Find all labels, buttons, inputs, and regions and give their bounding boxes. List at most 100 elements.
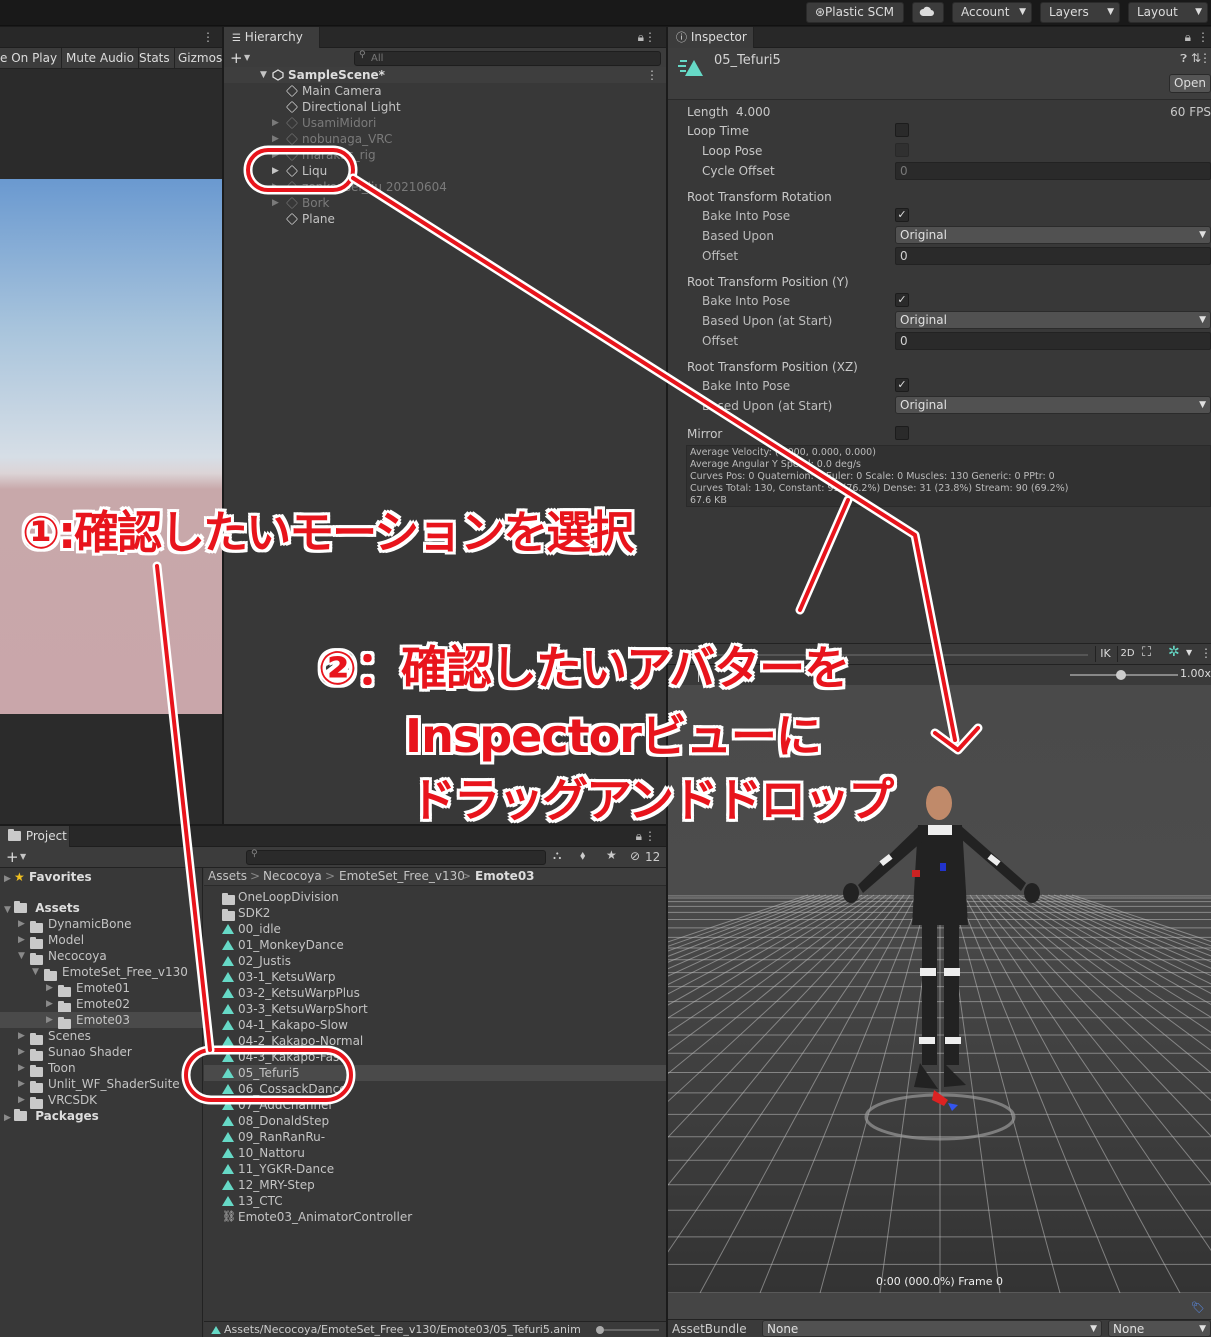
hierarchy-item[interactable]: ▶ Bork (224, 195, 666, 211)
loop-pose-checkbox[interactable] (895, 143, 909, 157)
chevron-down-icon[interactable]: ▼ (32, 964, 42, 980)
file-list-item[interactable]: OneLoopDivision (204, 889, 666, 905)
chevron-right-icon[interactable]: ▶ (18, 932, 28, 948)
position-xz-bake-checkbox[interactable]: ✓ (895, 378, 909, 392)
chevron-right-icon[interactable]: ▶ (18, 1044, 28, 1060)
file-list-item[interactable]: 07_AddChannel (204, 1097, 666, 1113)
assets-row[interactable]: ▼ Assets (4, 900, 203, 916)
rotation-bake-checkbox[interactable]: ✓ (895, 208, 909, 222)
folder-tree-item[interactable]: ▶ DynamicBone (0, 916, 203, 933)
hierarchy-item[interactable]: ▶ marakas_rig (224, 147, 666, 163)
folder-tree-item[interactable]: ▶ VRCSDK (0, 1092, 203, 1109)
cloud-button[interactable] (912, 2, 944, 23)
chevron-down-icon[interactable]: ▼ (18, 948, 28, 964)
chevron-right-icon[interactable]: ▶ (18, 1028, 28, 1044)
file-list-item[interactable]: 13_CTC (204, 1193, 666, 1209)
label-tag-icon[interactable]: 🏷︎ (1191, 1301, 1205, 1314)
create-asset-button[interactable]: + (6, 847, 19, 867)
file-list-item[interactable]: 04-3_Kakapo-Fast (204, 1049, 666, 1065)
tab-hierarchy[interactable]: ☰ Hierarchy (224, 27, 320, 48)
tab-project[interactable]: Project (0, 826, 70, 847)
position-y-based-upon-dropdown[interactable]: Original ▼ (895, 311, 1211, 329)
folder-tree-item[interactable]: ▶ Scenes (0, 1028, 203, 1045)
file-list-item[interactable]: 04-2_Kakapo-Normal (204, 1033, 666, 1049)
file-list-item[interactable]: SDK2 (204, 905, 666, 921)
avatar-icon[interactable]: ✲ (1168, 644, 1180, 660)
gizmos-toggle[interactable]: Gizmos (174, 48, 226, 68)
stats-toggle[interactable]: Stats (135, 48, 175, 68)
folder-tree-item[interactable]: ▶ Unlit_WF_ShaderSuite (0, 1076, 203, 1093)
help-icon[interactable]: ❓︎ (1180, 52, 1187, 66)
game-view-canvas[interactable] (0, 179, 222, 714)
chevron-right-icon[interactable]: ▶ (46, 996, 56, 1012)
position-y-offset-field[interactable]: 0 (895, 332, 1211, 350)
file-list-item[interactable]: 00_idle (204, 921, 666, 937)
file-list-item[interactable]: 01_MonkeyDance (204, 937, 666, 953)
more-options-icon[interactable]: ⋮ (644, 27, 656, 48)
pivot-icon[interactable]: ⛶ (1142, 645, 1151, 660)
more-options-icon[interactable]: ⋮ (1200, 646, 1211, 660)
layers-dropdown[interactable]: Layers ▼ (1040, 2, 1120, 23)
cycle-offset-field[interactable]: 0 (895, 162, 1211, 180)
scene-header-row[interactable]: ▼ SampleScene* ⋮ (224, 67, 666, 83)
maximize-on-play-toggle[interactable]: e On Play (0, 48, 63, 68)
breadcrumb-necocoya[interactable]: Necocoya (263, 868, 322, 885)
folder-tree-item[interactable]: ▶ Sunao Shader (0, 1044, 203, 1061)
more-options-icon[interactable]: ⋮ (646, 67, 658, 83)
ik-toggle[interactable]: IK (1095, 646, 1115, 662)
assetbundle-name-dropdown[interactable]: None ▼ (762, 1320, 1102, 1337)
folder-tree-item[interactable]: ▼ EmoteSet_Free_v130 (0, 964, 203, 981)
file-list-item[interactable]: ⛓ Emote03_AnimatorController (204, 1209, 666, 1225)
file-list-item[interactable]: 03-1_KetsuWarp (204, 969, 666, 985)
loop-time-checkbox[interactable] (895, 123, 909, 137)
chevron-right-icon[interactable]: ▶ (272, 179, 279, 195)
breadcrumb-assets[interactable]: Assets (208, 868, 247, 885)
folder-tree-item[interactable]: ▶ Model (0, 932, 203, 949)
favorites-row[interactable]: ▶ ★ Favorites (4, 869, 203, 885)
chevron-right-icon[interactable]: ▶ (46, 980, 56, 996)
folder-tree-item[interactable]: ▶ Emote01 (0, 980, 203, 997)
file-list-item[interactable]: 08_DonaldStep (204, 1113, 666, 1129)
chevron-right-icon[interactable]: ▶ (18, 1092, 28, 1108)
chevron-right-icon[interactable]: ▶ (18, 1076, 28, 1092)
add-object-button[interactable]: + (230, 48, 243, 68)
lock-icon[interactable]: 🔒︎ (1185, 27, 1191, 48)
chevron-right-icon[interactable]: ▶ (272, 131, 279, 147)
more-options-icon[interactable]: ⋮ (202, 27, 214, 48)
file-list-item[interactable]: 12_MRY-Step (204, 1177, 666, 1193)
position-y-bake-checkbox[interactable]: ✓ (895, 293, 909, 307)
chevron-right-icon[interactable]: ▶ (18, 1060, 28, 1076)
account-dropdown[interactable]: Account ▼ (952, 2, 1032, 23)
favorite-star-icon[interactable]: ★ (606, 848, 617, 862)
file-list-item[interactable]: 06_CossackDance (204, 1081, 666, 1097)
file-list-item[interactable]: 03-3_KetsuWarpShort (204, 1001, 666, 1017)
search-by-type-icon[interactable]: ⛬ (553, 848, 561, 863)
plastic-scm-button[interactable]: ⊛Plastic SCM (806, 2, 904, 23)
rotation-offset-field[interactable]: 0 (895, 247, 1211, 265)
more-options-icon[interactable]: ⋮ (1197, 27, 1209, 48)
file-list-item[interactable]: 04-1_Kakapo-Slow (204, 1017, 666, 1033)
hierarchy-item[interactable]: Plane (224, 211, 666, 227)
tab-inspector[interactable]: ⓘ Inspector (668, 27, 754, 48)
layout-dropdown[interactable]: Layout ▼ (1128, 2, 1208, 23)
packages-row[interactable]: ▶ Packages (4, 1108, 203, 1124)
file-list-item[interactable]: 11_YGKR-Dance (204, 1161, 666, 1177)
mute-audio-toggle[interactable]: Mute Audio (62, 48, 139, 68)
open-button[interactable]: Open (1169, 74, 1211, 93)
hierarchy-item[interactable]: Main Camera (224, 83, 666, 99)
search-by-label-icon[interactable]: ⬧ (580, 848, 585, 863)
hierarchy-search-input[interactable]: ⚲ All (354, 50, 661, 66)
breadcrumb-emote03[interactable]: Emote03 (475, 868, 535, 885)
chevron-right-icon[interactable]: ▶ (272, 147, 279, 163)
hierarchy-item[interactable]: ▶ nobunaga_VRC (224, 131, 666, 147)
assetbundle-variant-dropdown[interactable]: None ▼ (1108, 1320, 1211, 1337)
chevron-right-icon[interactable]: ▶ (272, 115, 279, 131)
file-list-item[interactable]: 10_Nattoru (204, 1145, 666, 1161)
hierarchy-item[interactable]: ▶ zenkousei_liu 20210604 (224, 179, 666, 195)
folder-tree-item[interactable]: ▼ Necocoya (0, 948, 203, 965)
file-list-item[interactable]: 02_Justis (204, 953, 666, 969)
more-options-icon[interactable]: ⋮ (1199, 51, 1211, 65)
folder-tree-item[interactable]: ▶ Toon (0, 1060, 203, 1077)
hidden-packages-icon[interactable]: ⊘ (630, 849, 640, 863)
file-list-item[interactable]: 09_RanRanRu- (204, 1129, 666, 1145)
